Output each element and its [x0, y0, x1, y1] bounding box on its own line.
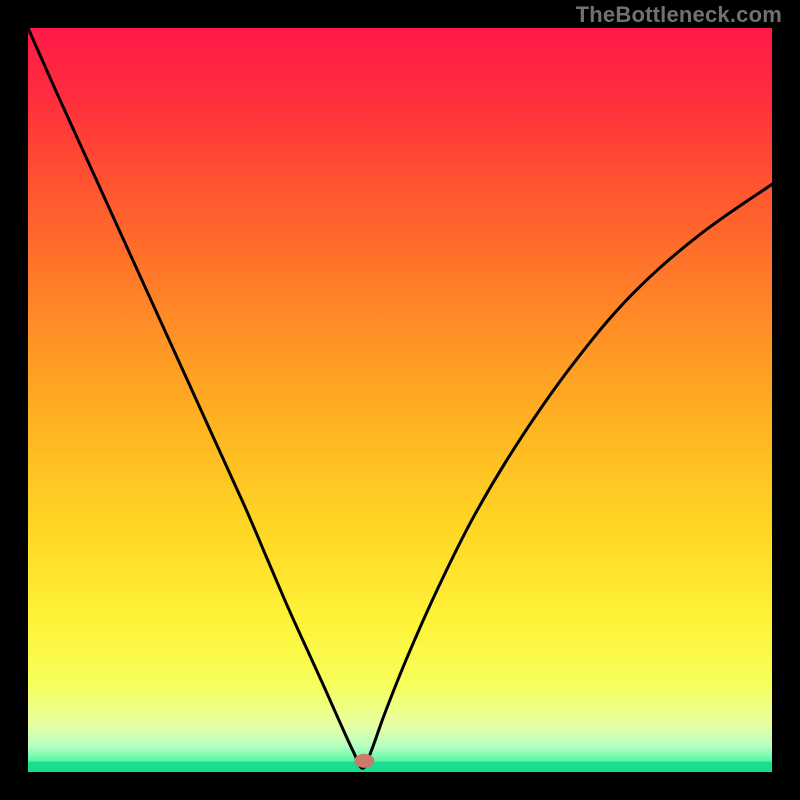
green-band	[28, 762, 772, 772]
watermark-text: TheBottleneck.com	[576, 2, 782, 28]
plot-svg	[28, 28, 772, 772]
optimal-marker	[354, 754, 374, 768]
chart-frame: { "watermark": "TheBottleneck.com", "plo…	[0, 0, 800, 800]
plot-area	[28, 28, 772, 772]
gradient-background	[28, 28, 772, 772]
